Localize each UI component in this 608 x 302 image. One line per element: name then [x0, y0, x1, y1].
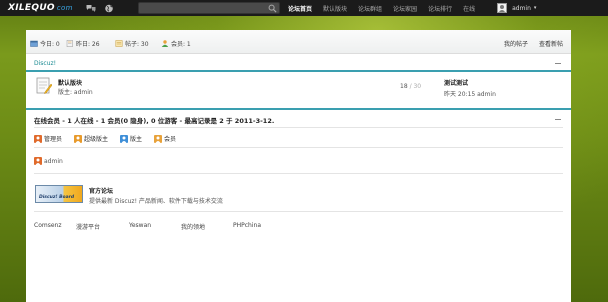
main-panel: 今日: 0 昨日: 26 帖子: 30 会员: 1 我的帖子 查看新帖 Disc…: [26, 30, 571, 302]
collapse-category-icon[interactable]: [555, 63, 561, 64]
official-forum-desc: 提供最新 Discuz! 产品新闻、软件下载与技术交流: [89, 198, 223, 205]
globe-icon[interactable]: [104, 4, 114, 13]
stat-yesterday-text: 昨日: 26: [76, 41, 100, 48]
my-posts-link[interactable]: 我的帖子: [504, 41, 528, 48]
legend-member: 会员: [154, 134, 176, 143]
stat-today: 今日: 0: [30, 39, 60, 48]
forum-row: 默认版块 版主: admin 18 / 30 测试测试 昨天 20:15 adm…: [26, 74, 571, 102]
stat-today-text: 今日: 0: [40, 41, 60, 48]
online-user[interactable]: admin: [34, 157, 63, 165]
calendar-icon: [30, 40, 38, 47]
nav-ranking[interactable]: 论坛排行: [428, 4, 452, 13]
link-yeswan[interactable]: Yeswan: [129, 222, 181, 231]
nav-default-forum[interactable]: 默认版块: [323, 4, 347, 13]
forum-count-total: / 30: [409, 83, 422, 90]
stat-links: 我的帖子 查看新帖: [495, 39, 563, 48]
friend-links: Comsenz 漫游平台 Yeswan 我的领地 PHPchina: [34, 222, 261, 231]
legend-super-mod: 超级版主: [74, 134, 108, 143]
link-manyou[interactable]: 漫游平台: [76, 222, 129, 231]
forum-count-today: 18: [400, 83, 408, 90]
search-icon[interactable]: [268, 4, 277, 13]
document-icon: [66, 40, 73, 47]
search-box: [138, 2, 280, 14]
logo-main: XILEQUO: [8, 3, 55, 13]
admin-user-icon: [34, 157, 42, 165]
legend-admin-label: 管理员: [44, 136, 63, 143]
online-username: admin: [44, 157, 63, 165]
nav-online[interactable]: 在线: [463, 4, 475, 13]
view-new-posts-link[interactable]: 查看新帖: [539, 41, 563, 48]
link-phpchina[interactable]: PHPchina: [233, 222, 261, 231]
member-icon: [161, 40, 169, 47]
user-group-legend: 管理员 超级版主 版主 会员: [34, 134, 188, 143]
logo-suffix: com: [56, 4, 73, 12]
stat-members: 会员: 1: [161, 39, 191, 48]
moderator-icon: [120, 134, 129, 143]
legend-moderator-label: 版主: [130, 136, 143, 143]
last-post-time[interactable]: 昨天 20:15 admin: [444, 89, 496, 98]
forum-last-post: 测试测试 昨天 20:15 admin: [444, 78, 496, 98]
nav-groups[interactable]: 论坛群组: [358, 4, 382, 13]
stats-bar: 今日: 0 昨日: 26 帖子: 30 会员: 1 我的帖子 查看新帖: [26, 30, 571, 54]
last-post-title[interactable]: 测试测试: [444, 78, 496, 87]
avatar: [497, 3, 508, 13]
official-forum-logo-text: Discuz! Board: [39, 195, 75, 200]
link-my-territory[interactable]: 我的领地: [181, 222, 233, 231]
forum-post-count: 18 / 30: [400, 83, 421, 90]
forum-name[interactable]: 默认版块: [58, 78, 82, 87]
search-input[interactable]: [139, 3, 264, 13]
category-divider: [26, 70, 571, 72]
legend-member-label: 会员: [164, 136, 177, 143]
chat-bubbles-icon[interactable]: [86, 4, 96, 13]
category-title[interactable]: Discuz!: [26, 57, 571, 70]
online-divider: [34, 127, 563, 128]
main-nav: 论坛首页 默认版块 论坛群组 论坛家园 论坛排行 在线: [288, 4, 486, 13]
online-bottom-divider: [34, 173, 563, 174]
legend-moderator: 版主: [120, 134, 142, 143]
nav-home[interactable]: 论坛首页: [288, 4, 312, 13]
stat-posts: 帖子: 30: [115, 39, 149, 48]
stat-members-text: 会员: 1: [171, 41, 191, 48]
posts-icon: [115, 40, 123, 47]
official-forum-title[interactable]: 官方论坛: [89, 186, 113, 195]
collapse-online-icon[interactable]: [555, 119, 561, 120]
username: admin: [512, 4, 531, 12]
stat-posts-text: 帖子: 30: [125, 41, 149, 48]
member-user-icon: [154, 134, 163, 143]
link-comsenz[interactable]: Comsenz: [34, 222, 76, 231]
legend-super-mod-label: 超级版主: [84, 136, 109, 143]
online-divider-top: [26, 108, 571, 110]
online-summary[interactable]: 在线会员 - 1 人在线 - 1 会员(0 隐身), 0 位游客 - 最高记录是…: [34, 115, 274, 125]
stat-yesterday: 昨日: 26: [66, 39, 100, 48]
site-logo[interactable]: XILEQUO com: [8, 3, 78, 13]
official-forum-logo[interactable]: Discuz! Board: [35, 185, 83, 203]
legend-admin: 管理员: [34, 134, 62, 143]
legend-divider: [34, 147, 563, 148]
links-divider: [34, 211, 563, 212]
top-navigation-bar: XILEQUO com 论坛首页 默认版块 论坛群组 论坛家园 论坛排行 在线 a…: [0, 0, 608, 16]
forum-icon[interactable]: [36, 77, 52, 95]
super-moderator-icon: [74, 134, 83, 143]
nav-home-space[interactable]: 论坛家园: [393, 4, 417, 13]
forum-moderator[interactable]: 版主: admin: [58, 87, 93, 96]
chevron-down-icon: ▾: [533, 5, 537, 11]
user-menu[interactable]: admin ▾: [497, 3, 536, 13]
admin-user-icon: [34, 134, 42, 143]
